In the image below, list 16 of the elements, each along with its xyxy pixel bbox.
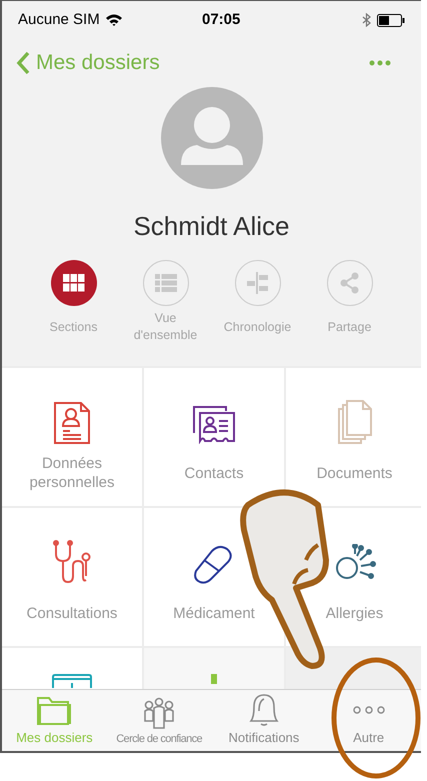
view-tab[interactable]: Sections (30, 260, 118, 344)
profile-name: Schmidt Alice (133, 210, 290, 243)
section-tile[interactable]: Consultations (2, 508, 142, 646)
tab-bar-item[interactable]: Autre (316, 690, 421, 751)
section-tile[interactable]: Contacts (144, 368, 284, 506)
view-tab[interactable]: Partage (306, 260, 394, 344)
tab-bar-item[interactable]: Cercle de confiance (106, 690, 212, 751)
tab-bar-item[interactable]: Notifications (212, 690, 316, 751)
view-tab[interactable]: Vue d'ensemble (122, 260, 210, 344)
clock-text: 07:05 (202, 10, 240, 30)
carrier-text: Aucune SIM (18, 10, 100, 30)
back-button[interactable]: Mes dossiers (16, 47, 160, 79)
tab-bar-item[interactable]: Mes dossiers (2, 690, 107, 751)
section-tile[interactable]: Données personnelles (2, 368, 142, 506)
view-tab[interactable]: Chronologie (214, 260, 302, 344)
section-tile[interactable]: Documents (286, 368, 421, 506)
